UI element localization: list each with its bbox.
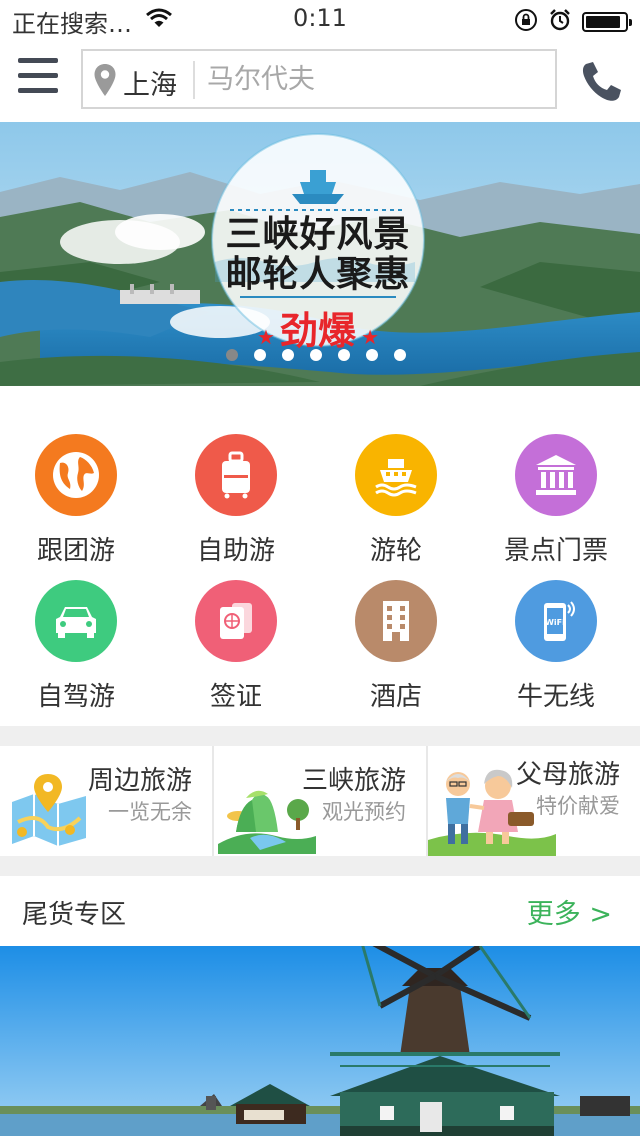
map-pin-illustration [8, 772, 92, 850]
ship-icon [355, 434, 437, 516]
search-divider [193, 61, 195, 99]
category-label: 自驾游 [36, 682, 115, 712]
banner-headline-2: 邮轮人聚惠 [225, 253, 411, 295]
feature-parents-tour[interactable]: 父母旅游 特价献爱 [428, 746, 640, 856]
header-bar: 上海 [0, 40, 640, 123]
menu-button[interactable] [18, 58, 58, 102]
search-box[interactable]: 上海 [81, 49, 557, 109]
category-label: 酒店 [369, 682, 422, 712]
category-cruise[interactable]: 游轮 [316, 434, 476, 567]
feature-title: 父母旅游 [516, 760, 621, 790]
svg-text:WiFi: WiFi [545, 618, 565, 627]
banner-pagination [226, 349, 406, 361]
feature-title: 三峡旅游 [302, 766, 407, 796]
category-attraction-tickets[interactable]: 景点门票 [476, 434, 636, 567]
search-input[interactable] [201, 57, 553, 101]
feature-nearby-tour[interactable]: 周边旅游 一览无余 [0, 746, 212, 856]
section-title: 尾货专区 [22, 900, 127, 930]
city-selector[interactable]: 上海 [123, 63, 177, 102]
category-label: 景点门票 [503, 536, 608, 566]
feature-three-gorges-tour[interactable]: 三峡旅游 观光预约 [214, 746, 426, 856]
pagination-dot[interactable] [254, 349, 266, 361]
feature-subtitle: 观光预约 [322, 800, 406, 824]
category-hotel[interactable]: 酒店 [316, 580, 476, 713]
pagination-dot[interactable] [366, 349, 378, 361]
feature-cards: 周边旅游 一览无余 三峡旅游 观光预约 父母旅游 特价献爱 [0, 746, 640, 856]
star-icon: ★ [256, 325, 275, 349]
banner-tag-text: 劲爆 [279, 308, 356, 353]
rotation-lock-icon [514, 8, 538, 36]
category-label: 自助游 [196, 536, 275, 566]
star-icon: ★ [361, 325, 380, 349]
car-icon [35, 580, 117, 662]
status-bar: 正在搜索… 0:11 [0, 0, 640, 40]
clearance-promo-image[interactable] [0, 946, 640, 1136]
category-label: 签证 [209, 682, 262, 712]
category-group-tour[interactable]: 跟团游 [0, 434, 156, 567]
phone-button[interactable] [579, 60, 623, 104]
feature-title: 周边旅游 [88, 766, 193, 796]
pagination-dot[interactable] [282, 349, 294, 361]
category-wireless[interactable]: WiFi 牛无线 [476, 580, 636, 713]
globe-icon [35, 434, 117, 516]
pagination-dot[interactable] [338, 349, 350, 361]
phone-icon [579, 62, 623, 108]
pagination-dot[interactable] [394, 349, 406, 361]
category-independent-tour[interactable]: 自助游 [156, 434, 316, 567]
temple-icon [515, 434, 597, 516]
battery-icon [582, 12, 632, 32]
hero-banner[interactable]: 三峡好风景 邮轮人聚惠 ★ 劲爆 ★ [0, 122, 640, 386]
category-label: 牛无线 [516, 682, 595, 712]
suitcase-icon [195, 434, 277, 516]
windmill-image [0, 946, 640, 1136]
banner-tag: ★ 劲爆 ★ [250, 300, 386, 355]
wifi-phone-icon: WiFi [515, 580, 597, 662]
hotel-icon [355, 580, 437, 662]
pagination-dot[interactable] [310, 349, 322, 361]
feature-subtitle: 一览无余 [108, 800, 192, 824]
category-label: 游轮 [369, 536, 422, 566]
category-self-drive[interactable]: 自驾游 [0, 580, 156, 713]
category-grid: 跟团游 自助游 游轮 景点门票 自驾游 签证 酒店 WiFi 牛无线 [0, 386, 640, 726]
alarm-icon [548, 8, 572, 36]
pagination-dot[interactable] [226, 349, 238, 361]
feature-subtitle: 特价献爱 [536, 794, 620, 818]
category-visa[interactable]: 签证 [156, 580, 316, 713]
location-pin-icon [93, 63, 117, 101]
category-label: 跟团游 [36, 536, 115, 566]
more-link[interactable]: 更多 > [527, 892, 612, 931]
banner-headline-1: 三峡好风景 [225, 213, 411, 255]
passport-icon [195, 580, 277, 662]
clearance-section-header: 尾货专区 更多 > [0, 876, 640, 946]
